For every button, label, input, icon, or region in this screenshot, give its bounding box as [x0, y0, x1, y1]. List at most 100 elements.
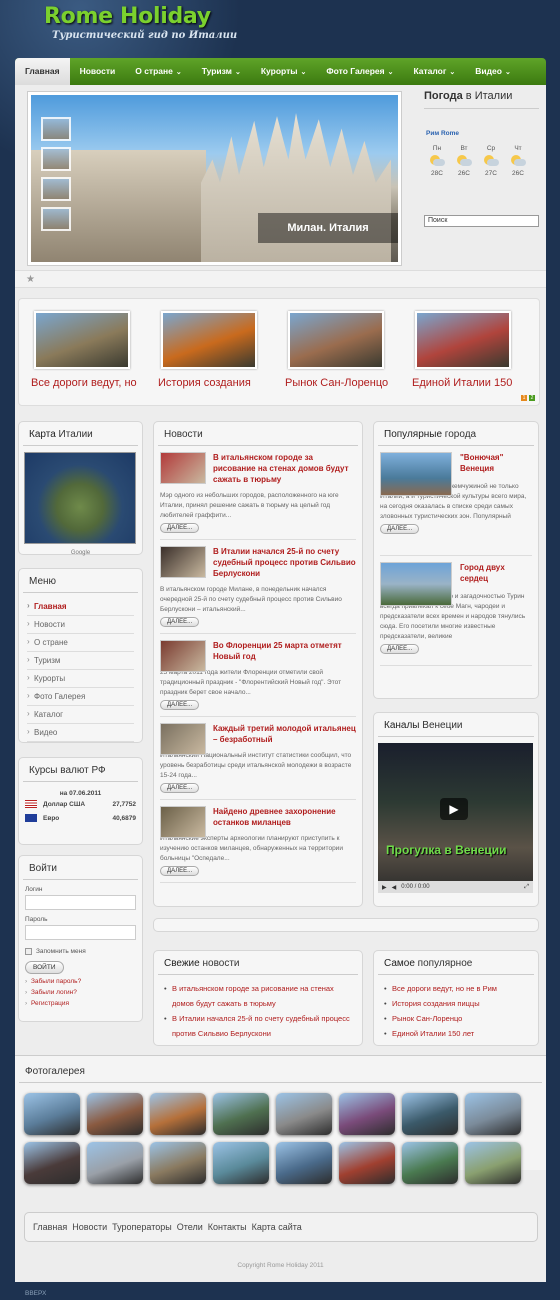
city-more-button[interactable]: ДАЛЕЕ... — [380, 524, 420, 534]
footer-link[interactable]: Контакты — [208, 1222, 247, 1232]
featured-title[interactable]: Единой Италии 150 — [412, 377, 532, 389]
news-more-button[interactable]: ДАЛЕЕ... — [160, 783, 200, 793]
news-thumbnail[interactable] — [160, 806, 206, 838]
featured-image[interactable] — [415, 311, 511, 369]
gallery-thumb[interactable] — [402, 1142, 458, 1184]
back-to-top-link[interactable]: ВВЕРХ — [25, 1290, 46, 1297]
nav-item-5[interactable]: Фото Галерея ⌄ — [316, 58, 403, 85]
fresh-news-item[interactable]: В Италии начался 25-й по счету судебный … — [164, 1011, 352, 1041]
menu-item[interactable]: Курорты — [27, 670, 134, 688]
nav-item-2[interactable]: О стране ⌄ — [125, 58, 192, 85]
news-thumbnail[interactable] — [160, 546, 206, 578]
fresh-news-item[interactable]: В итальянском городе за рисование на сте… — [164, 981, 352, 1011]
city-more-button[interactable]: ДАЛЕЕ... — [380, 644, 420, 654]
login-link[interactable]: Регистрация — [19, 998, 142, 1009]
nav-item-0[interactable]: Главная — [15, 58, 70, 85]
gallery-thumb[interactable] — [339, 1093, 395, 1135]
volume-icon[interactable]: ◀ — [392, 884, 397, 891]
footer-link[interactable]: Туроператоры — [112, 1222, 172, 1232]
checkbox-box[interactable] — [25, 948, 32, 955]
most-popular-item[interactable]: Все дороги ведут, но не в Рим — [384, 981, 528, 996]
video-player[interactable]: ▶ Прогулка в Венеции ▶ ◀ 0:00 / 0:00 ⤢ — [378, 743, 533, 893]
city-title[interactable]: "Вонючая" Венеция — [460, 452, 532, 474]
news-thumbnail[interactable] — [160, 452, 206, 484]
featured-item[interactable]: Единой Италии 150 — [412, 311, 532, 389]
news-more-button[interactable]: ДАЛЕЕ... — [160, 700, 200, 710]
most-popular-item[interactable]: Единой Италии 150 лет — [384, 1026, 528, 1041]
most-popular-item[interactable]: История создания пиццы — [384, 996, 528, 1011]
menu-item[interactable]: Каталог — [27, 706, 134, 724]
gallery-thumb[interactable] — [150, 1142, 206, 1184]
gallery-thumb[interactable] — [276, 1142, 332, 1184]
city-thumbnail[interactable] — [380, 452, 452, 496]
image-slider[interactable]: Милан. Италия — [27, 91, 402, 266]
news-more-button[interactable]: ДАЛЕЕ... — [160, 866, 200, 876]
star-icon[interactable]: ★ — [26, 274, 35, 285]
italy-map[interactable] — [24, 452, 136, 544]
carousel-page-2[interactable]: 2 — [529, 395, 535, 401]
menu-item[interactable]: Главная — [27, 598, 134, 616]
gallery-thumb[interactable] — [465, 1142, 521, 1184]
menu-item[interactable]: Видео — [27, 724, 134, 742]
news-title[interactable]: Во Флоренции 25 марта отметят Новый год — [213, 640, 356, 662]
news-more-button[interactable]: ДАЛЕЕ... — [160, 523, 200, 533]
nav-item-1[interactable]: Новости — [70, 58, 126, 85]
login-input[interactable] — [25, 895, 136, 910]
login-button[interactable]: ВОЙТИ — [25, 961, 64, 974]
footer-link[interactable]: Новости — [72, 1222, 107, 1232]
featured-item[interactable]: Рынок Сан-Лоренцо — [285, 311, 405, 389]
gallery-thumb[interactable] — [276, 1093, 332, 1135]
gallery-thumb[interactable] — [213, 1093, 269, 1135]
news-title[interactable]: В итальянском городе за рисование на сте… — [213, 452, 356, 485]
gallery-thumb[interactable] — [87, 1093, 143, 1135]
menu-item[interactable]: Туризм — [27, 652, 134, 670]
footer-link[interactable]: Главная — [33, 1222, 67, 1232]
gallery-thumb[interactable] — [24, 1093, 80, 1135]
remember-checkbox[interactable]: Запомнить меня — [25, 948, 136, 955]
carousel-page-1[interactable]: 1 — [521, 395, 527, 401]
most-popular-item[interactable]: Рынок Сан-Лоренцо — [384, 1011, 528, 1026]
gallery-thumb[interactable] — [87, 1142, 143, 1184]
slider-thumb[interactable] — [41, 207, 71, 231]
play-icon[interactable]: ▶ — [440, 798, 468, 820]
password-input[interactable] — [25, 925, 136, 940]
featured-title[interactable]: История создания — [158, 377, 278, 389]
site-logo[interactable]: Rome Holiday — [44, 4, 211, 29]
gallery-thumb[interactable] — [339, 1142, 395, 1184]
gallery-thumb[interactable] — [402, 1093, 458, 1135]
featured-image[interactable] — [288, 311, 384, 369]
weather-city[interactable]: Рим Rome — [426, 130, 459, 137]
featured-image[interactable] — [34, 311, 130, 369]
news-thumbnail[interactable] — [160, 640, 206, 672]
gallery-thumb[interactable] — [150, 1093, 206, 1135]
login-link[interactable]: Забыли логин? — [19, 987, 142, 998]
featured-title[interactable]: Рынок Сан-Лоренцо — [285, 377, 405, 389]
city-thumbnail[interactable] — [380, 562, 452, 606]
menu-item[interactable]: Фото Галерея — [27, 688, 134, 706]
menu-item[interactable]: О стране — [27, 634, 134, 652]
menu-item[interactable]: Новости — [27, 616, 134, 634]
news-title[interactable]: Найдено древнее захоронение останков мил… — [213, 806, 356, 828]
news-title[interactable]: В Италии начался 25-й по счету судебный … — [213, 546, 356, 579]
slider-thumb[interactable] — [41, 177, 71, 201]
gallery-thumb[interactable] — [213, 1142, 269, 1184]
nav-item-7[interactable]: Видео ⌄ — [465, 58, 521, 85]
news-more-button[interactable]: ДАЛЕЕ... — [160, 617, 200, 627]
nav-item-3[interactable]: Туризм ⌄ — [192, 58, 251, 85]
slider-thumb[interactable] — [41, 147, 71, 171]
featured-item[interactable]: История создания — [158, 311, 278, 389]
news-title[interactable]: Каждый третий молодой итальянец – безраб… — [213, 723, 356, 745]
footer-link[interactable]: Карта сайта — [252, 1222, 302, 1232]
featured-image[interactable] — [161, 311, 257, 369]
nav-item-4[interactable]: Курорты ⌄ — [251, 58, 317, 85]
play-button-icon[interactable]: ▶ — [382, 884, 387, 891]
slider-thumb[interactable] — [41, 117, 71, 141]
login-link[interactable]: Забыли пароль? — [19, 976, 142, 987]
news-thumbnail[interactable] — [160, 723, 206, 755]
city-title[interactable]: Город двух сердец — [460, 562, 532, 584]
footer-link[interactable]: Отели — [177, 1222, 203, 1232]
search-input[interactable]: Поиск — [424, 215, 539, 227]
gallery-thumb[interactable] — [465, 1093, 521, 1135]
featured-title[interactable]: Все дороги ведут, но — [31, 377, 151, 389]
gallery-thumb[interactable] — [24, 1142, 80, 1184]
